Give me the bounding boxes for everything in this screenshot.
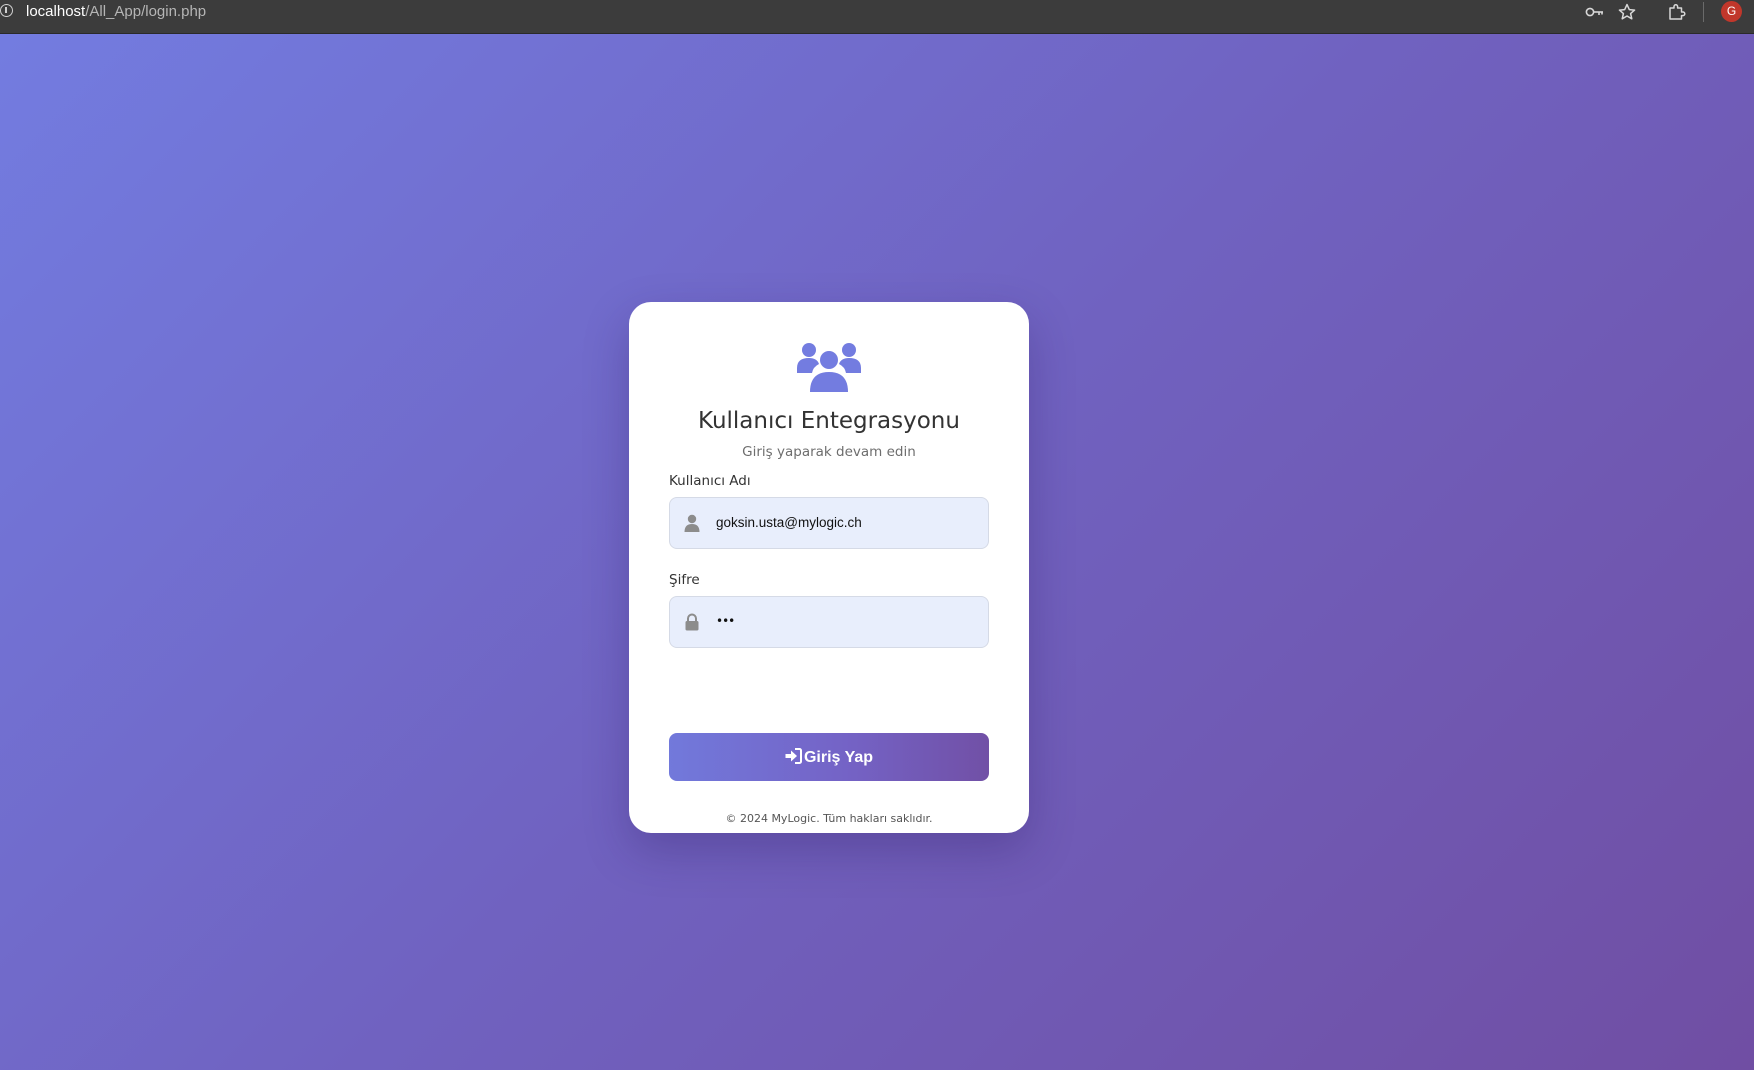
password-value: •••: [716, 614, 735, 628]
site-info-icon[interactable]: [0, 4, 13, 17]
users-icon: [797, 343, 861, 392]
copyright-footer: © 2024 MyLogic. Tüm hakları saklıdır.: [725, 812, 933, 825]
toolbar-divider: [1703, 2, 1704, 22]
sign-in-icon: [785, 748, 802, 764]
url-host: localhost: [26, 3, 86, 20]
login-button[interactable]: Giriş Yap: [669, 733, 989, 781]
key-icon[interactable]: [1585, 3, 1605, 21]
password-label: Şifre: [669, 572, 700, 588]
username-label: Kullanıcı Adı: [669, 473, 751, 489]
extensions-icon[interactable]: [1667, 3, 1687, 21]
page-title: Kullanıcı Entegrasyonu: [698, 408, 960, 434]
profile-avatar[interactable]: G: [1721, 1, 1742, 22]
login-button-label: Giriş Yap: [803, 749, 874, 766]
username-value: goksin.usta@mylogic.ch: [716, 515, 862, 530]
login-page-background: Kullanıcı Entegrasyonu Giriş yaparak dev…: [0, 34, 1754, 1070]
url-path: /All_App/login.php: [85, 3, 207, 20]
login-card: Kullanıcı Entegrasyonu Giriş yaparak dev…: [629, 302, 1029, 833]
lock-icon: [685, 613, 699, 631]
browser-toolbar: localhost/All_App/login.php G: [0, 0, 1754, 34]
bookmark-star-icon[interactable]: [1617, 3, 1637, 21]
password-field[interactable]: •••: [669, 596, 989, 648]
page-subtitle: Giriş yaparak devam edin: [742, 444, 916, 460]
username-field[interactable]: goksin.usta@mylogic.ch: [669, 497, 989, 549]
user-icon: [684, 514, 700, 532]
address-bar[interactable]: localhost/All_App/login.php: [26, 2, 206, 22]
